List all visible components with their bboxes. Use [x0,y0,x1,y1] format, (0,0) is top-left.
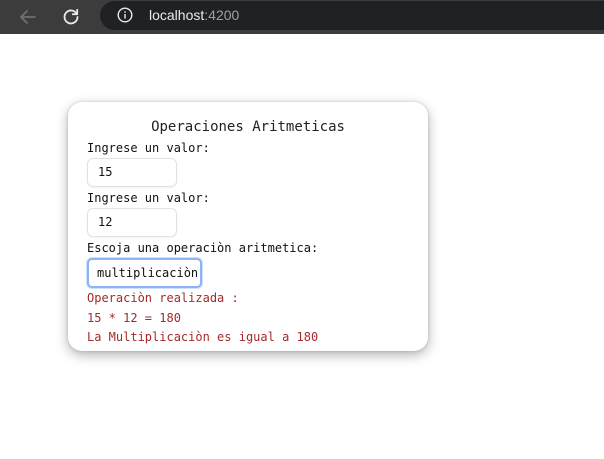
value1-input[interactable]: 15 [87,158,177,187]
browser-toolbar: localhost:4200 [0,0,604,34]
url-host: localhost [149,7,205,23]
value1-label: Ingrese un valor: [87,141,210,155]
operations-card: Operaciones Aritmeticas Ingrese un valor… [68,102,428,351]
value2-label: Ingrese un valor: [87,191,210,205]
operation-label: Escoja una operaciòn aritmetica: [87,241,319,255]
info-icon[interactable] [117,7,133,23]
result-expression: 15 * 12 = 180 [87,311,181,325]
address-bar[interactable]: localhost:4200 [100,1,604,30]
card-title: Operaciones Aritmeticas [151,119,345,135]
result-message: La Multiplicaciòn es igual a 180 [87,330,319,344]
url-text[interactable]: localhost:4200 [149,7,239,23]
value2-input[interactable]: 12 [87,208,177,237]
operation-select[interactable]: multiplicaciòn [87,258,202,288]
back-arrow-icon[interactable] [15,4,41,30]
reload-icon[interactable] [58,4,84,30]
result-heading: Operaciòn realizada : [87,291,239,305]
url-port: :4200 [204,7,240,23]
